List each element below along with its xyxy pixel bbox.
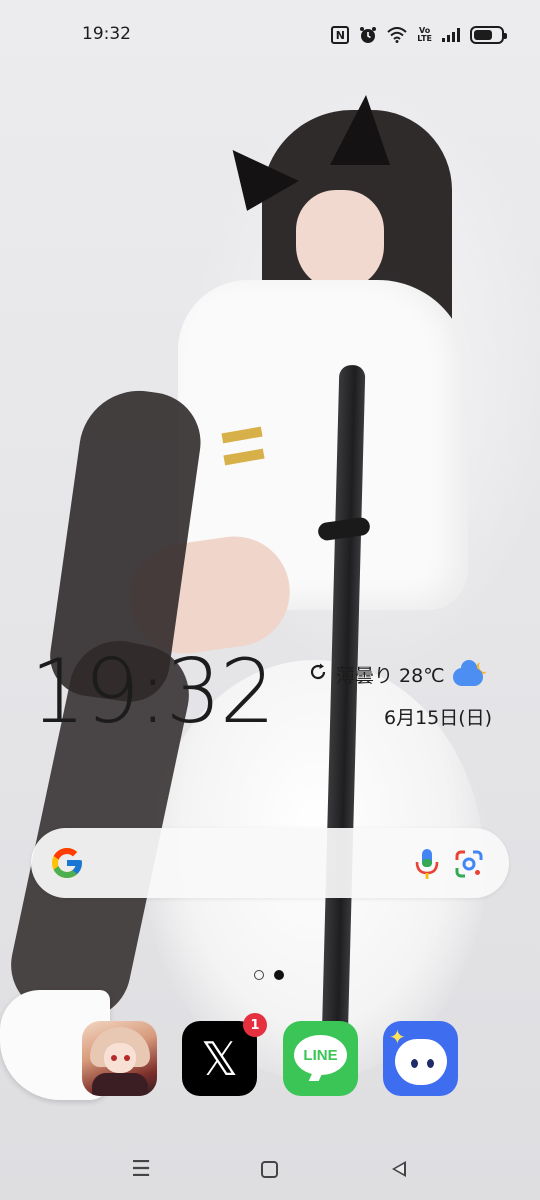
date-text[interactable]: 6月15日(日): [384, 703, 492, 730]
volte-bottom-text: LTE: [417, 34, 432, 43]
mic-icon[interactable]: [413, 847, 441, 881]
menu-icon[interactable]: ☰: [126, 1156, 156, 1182]
sparkle-icon: ✦: [389, 1025, 406, 1049]
blue-mascot-app-icon[interactable]: ✦: [383, 1021, 458, 1096]
page-dot-1[interactable]: [254, 970, 264, 980]
wallpaper-face: [296, 190, 384, 290]
x-logo-icon: 𝕏: [200, 1031, 239, 1086]
line-logo-icon: LINE: [294, 1035, 347, 1075]
home-icon[interactable]: [254, 1156, 284, 1182]
navigation-bar: ☰: [0, 1140, 540, 1200]
google-lens-icon[interactable]: [454, 849, 484, 879]
nfc-icon: N: [331, 26, 350, 44]
alarm-icon: [359, 26, 377, 44]
status-icons: N Vo LTE: [331, 24, 507, 46]
refresh-icon[interactable]: [308, 662, 328, 687]
game-app-icon[interactable]: [82, 1021, 157, 1096]
google-search-bar[interactable]: [31, 828, 509, 898]
volte-icon: Vo LTE: [417, 27, 432, 43]
wifi-icon: [387, 27, 407, 43]
google-logo-icon: [52, 848, 82, 878]
app-dock: 𝕏 1 LINE ✦: [82, 1013, 462, 1097]
battery-fill: [474, 30, 493, 40]
status-time: 19:32: [82, 24, 131, 44]
back-icon[interactable]: [384, 1156, 414, 1182]
signal-icon: [442, 28, 460, 42]
notification-badge: 1: [243, 1013, 267, 1037]
line-app-icon[interactable]: LINE: [283, 1021, 358, 1096]
clock-widget-time[interactable]: 19:32: [30, 640, 276, 743]
page-indicator[interactable]: [254, 970, 284, 980]
status-bar[interactable]: 19:32 N Vo LTE: [0, 0, 540, 70]
battery-icon: [470, 26, 507, 44]
weather-text: 薄曇り 28℃: [336, 664, 445, 687]
line-logo-text: LINE: [303, 1046, 338, 1064]
weather-widget[interactable]: 薄曇り 28℃: [308, 660, 491, 688]
page-dot-2[interactable]: [274, 970, 284, 980]
wallpaper-image: [0, 0, 540, 1200]
partly-cloudy-night-icon: [452, 660, 491, 688]
